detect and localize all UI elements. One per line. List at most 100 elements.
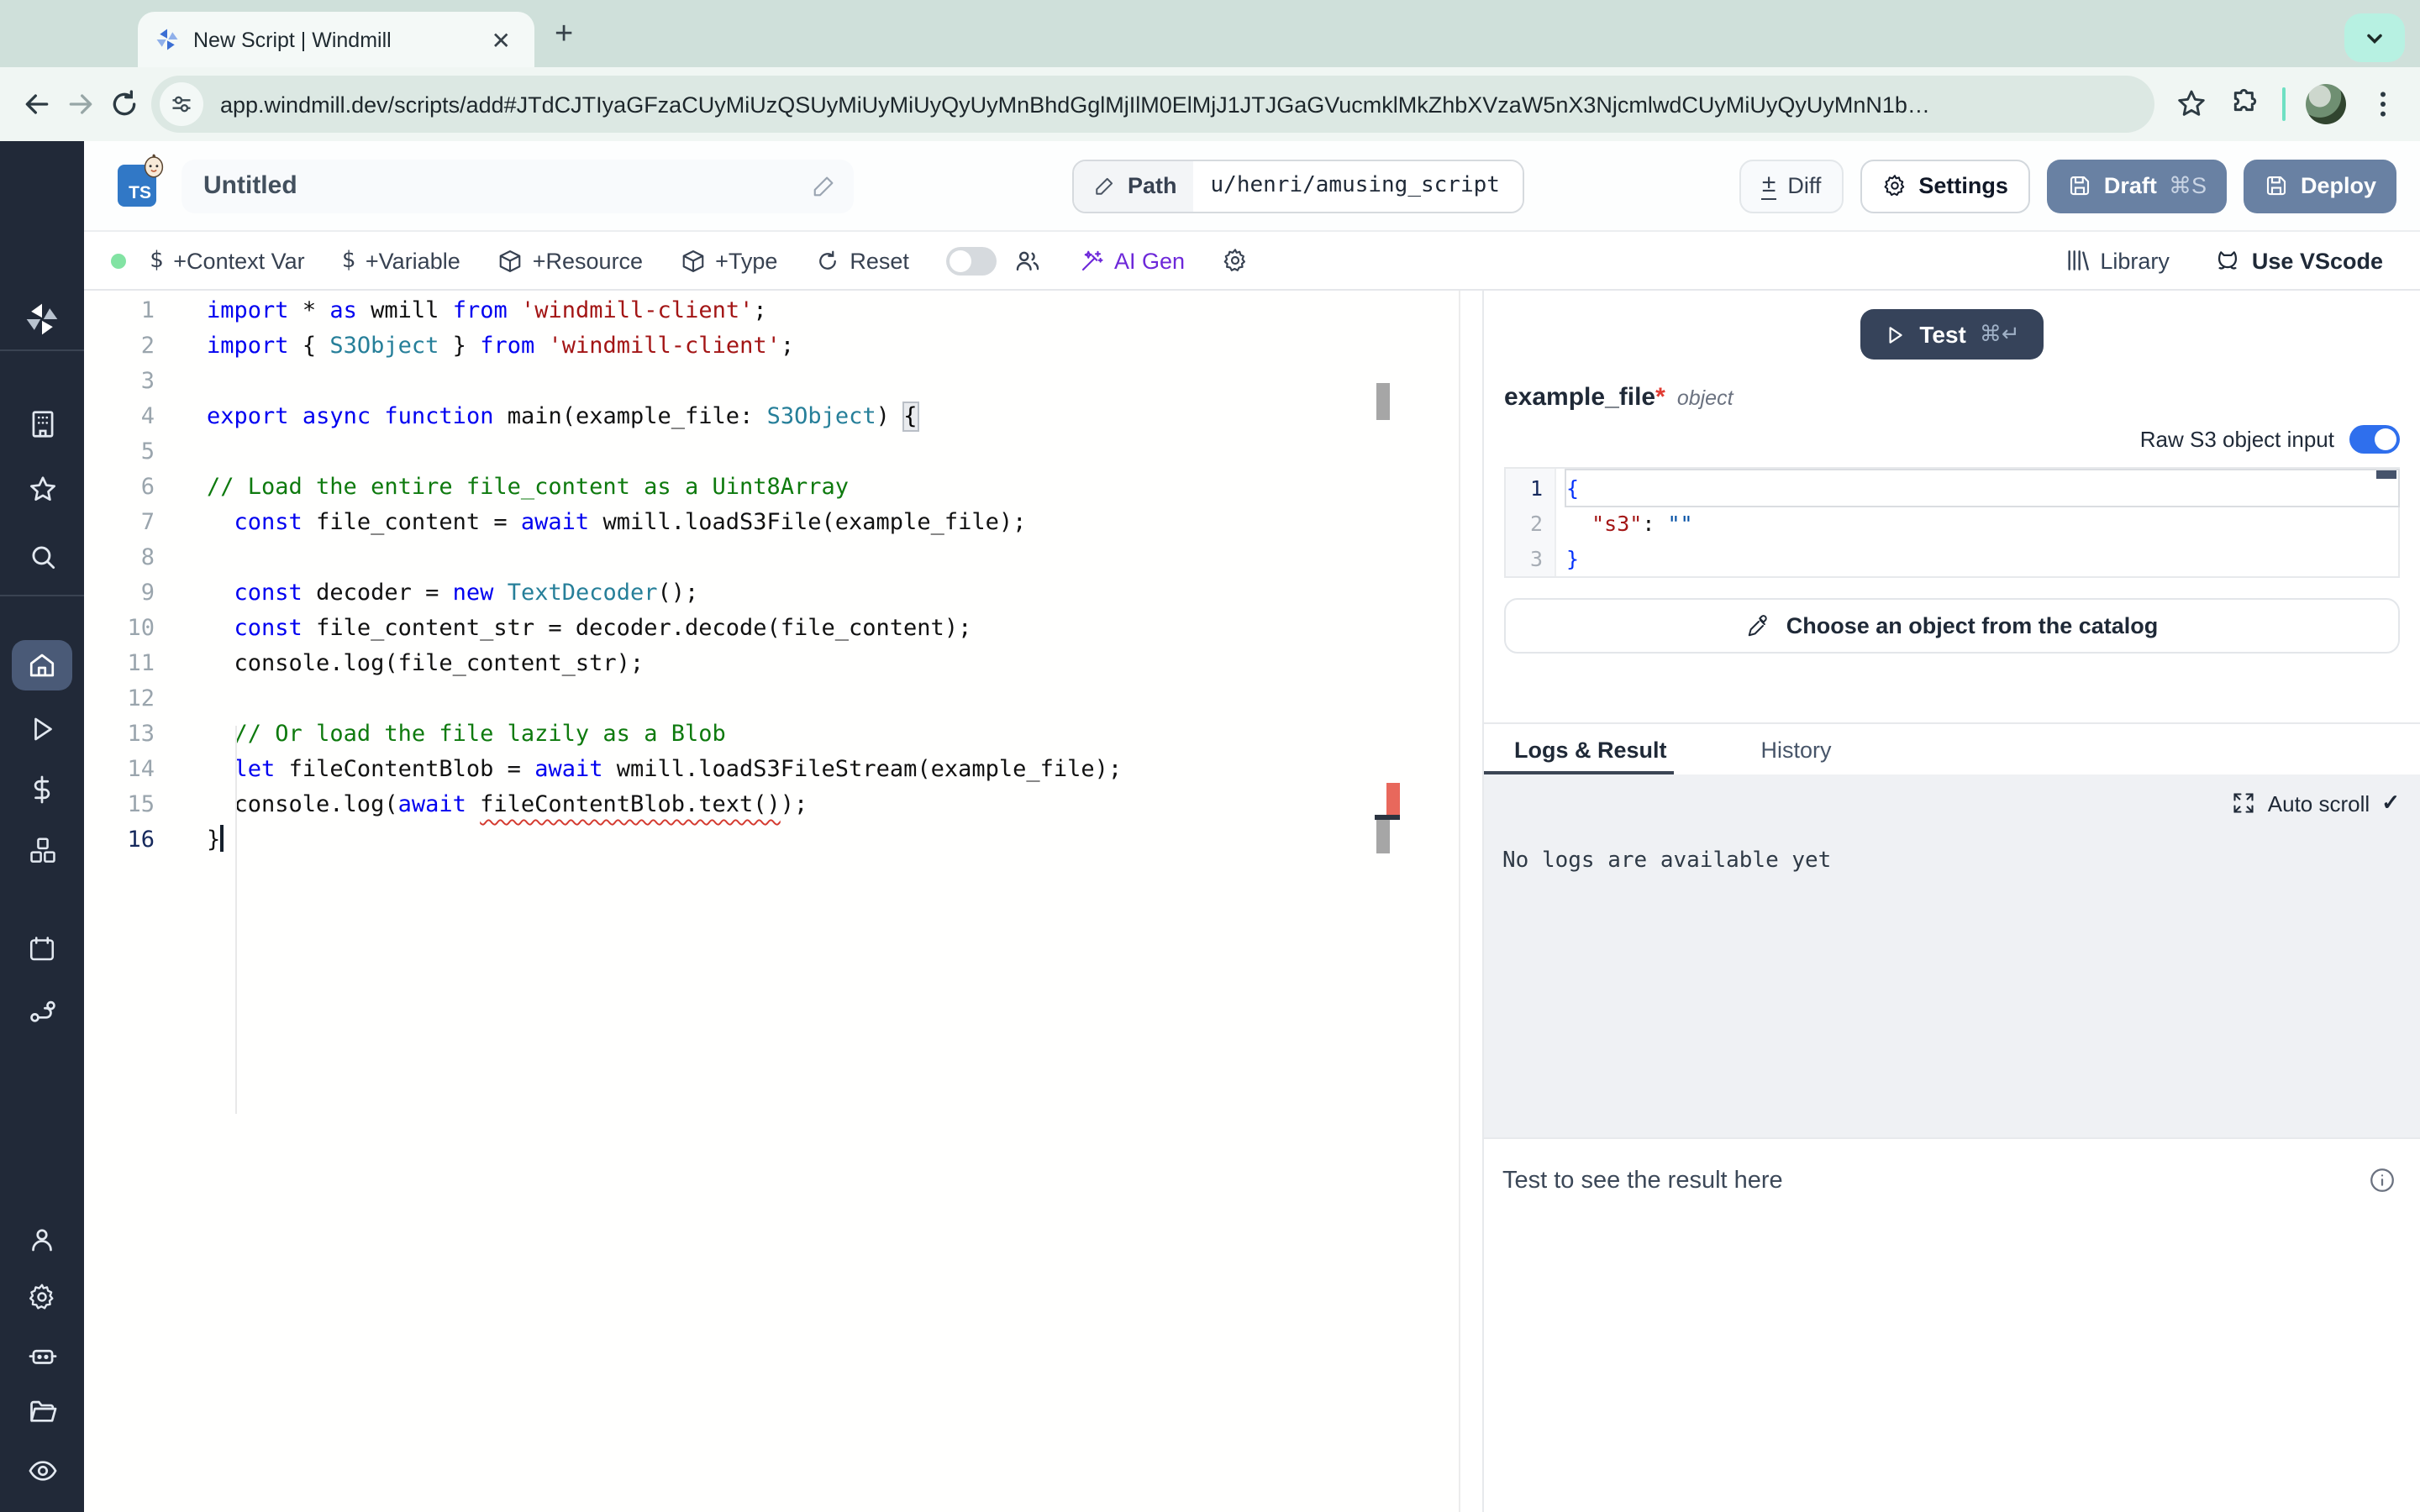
script-summary-input[interactable]: Untitled	[182, 159, 854, 213]
code-line[interactable]: const decoder = new TextDecoder();	[207, 576, 1122, 612]
bookmark-star-icon[interactable]	[2175, 87, 2208, 121]
code-line[interactable]: export async function main(example_file:…	[207, 400, 1122, 435]
new-tab-button[interactable]: +	[555, 17, 573, 54]
add-variable-button[interactable]: $ +Variable	[342, 247, 460, 274]
sidebar-item-favorites[interactable]	[0, 474, 84, 506]
deploy-label: Deploy	[2301, 173, 2376, 198]
diff-button[interactable]: ± Diff	[1740, 159, 1844, 213]
reload-icon[interactable]	[108, 87, 141, 121]
scrollbar-mark[interactable]	[1376, 383, 1390, 420]
forward-icon[interactable]	[64, 87, 97, 121]
sidebar-item-workers[interactable]	[0, 1339, 84, 1371]
indent-guide	[235, 726, 237, 1114]
tab-search-button[interactable]	[2344, 13, 2405, 62]
code-line[interactable]: const file_content = await wmill.loadS3F…	[207, 506, 1122, 541]
tab-close-icon[interactable]: ✕	[485, 24, 518, 55]
kebab-menu-icon[interactable]	[2366, 87, 2400, 121]
json-line[interactable]: {	[1566, 470, 2398, 506]
path-label: Path	[1128, 173, 1177, 198]
sidebar-item-runs[interactable]	[0, 714, 84, 744]
sidebar-item-resources[interactable]	[0, 835, 84, 867]
use-vscode-button[interactable]: Use VScode	[2213, 246, 2383, 275]
sidebar-item-search[interactable]	[0, 541, 84, 573]
result-panel: Test to see the result here	[1484, 1137, 2420, 1512]
site-settings-icon[interactable]	[160, 82, 203, 126]
url-text: app.windmill.dev/scripts/add#JTdCJTIyaGF…	[220, 92, 1930, 117]
code-line[interactable]: console.log(file_content_str);	[207, 647, 1122, 682]
reset-button[interactable]: Reset	[814, 248, 909, 273]
sidebar-item-variables[interactable]	[0, 774, 84, 805]
editor-code[interactable]: import * as wmill from 'windmill-client'…	[178, 291, 1122, 1512]
edit-pencil-icon[interactable]	[812, 173, 837, 198]
code-line[interactable]: // Or load the file lazily as a Blob	[207, 717, 1122, 753]
test-button[interactable]: Test ⌘↵	[1860, 309, 2043, 360]
code-line[interactable]: import { S3Object } from 'windmill-clien…	[207, 329, 1122, 365]
draft-button[interactable]: Draft ⌘S	[2047, 159, 2227, 213]
extensions-icon[interactable]	[2228, 87, 2262, 121]
json-line[interactable]: "s3": ""	[1566, 506, 2398, 541]
code-line[interactable]: console.log(await fileContentBlob.text()…	[207, 788, 1122, 823]
code-line[interactable]: // Load the entire file_content as a Uin…	[207, 470, 1122, 506]
expand-icon[interactable]	[2233, 791, 2256, 815]
code-line[interactable]: }	[207, 823, 1122, 858]
settings-button[interactable]: Settings	[1860, 159, 2030, 213]
cat-icon	[2213, 246, 2242, 275]
add-type-button[interactable]: +Type	[680, 248, 777, 273]
raw-s3-toggle[interactable]	[2349, 425, 2400, 454]
json-code[interactable]: { "s3": ""}	[1556, 469, 2398, 576]
code-line[interactable]	[207, 365, 1122, 400]
windmill-favicon	[155, 27, 180, 52]
code-line[interactable]	[207, 435, 1122, 470]
scrollbar-mark[interactable]	[1376, 820, 1390, 853]
sidebar-item-home[interactable]	[0, 650, 84, 680]
logs-panel: Auto scroll ✓ No logs are available yet	[1484, 774, 2420, 1137]
sidebar-item-workspace[interactable]	[0, 408, 84, 440]
profile-separator	[2282, 87, 2286, 121]
sidebar-item-settings[interactable]	[0, 1282, 84, 1312]
checkmark-icon[interactable]: ✓	[2381, 790, 2400, 816]
ai-gen-label: AI Gen	[1114, 248, 1185, 273]
line-number: 2	[1506, 506, 1543, 541]
deploy-button[interactable]: Deploy	[2244, 159, 2396, 213]
code-editor[interactable]: 12345678910111213141516 import * as wmil…	[84, 291, 1459, 1512]
info-icon[interactable]	[2368, 1166, 2396, 1194]
add-context-var-button[interactable]: $ +Context Var	[150, 247, 305, 274]
json-line[interactable]: }	[1566, 541, 2398, 576]
url-bar[interactable]: app.windmill.dev/scripts/add#JTdCJTIyaGF…	[151, 76, 2154, 133]
code-line[interactable]: let fileContentBlob = await wmill.loadS3…	[207, 753, 1122, 788]
editor-gutter: 12345678910111213141516	[84, 291, 178, 1512]
cursor-line-mark	[1375, 815, 1400, 819]
windmill-logo[interactable]	[0, 301, 84, 338]
test-label: Test	[1919, 321, 1966, 348]
add-resource-button[interactable]: +Resource	[497, 248, 643, 273]
code-line[interactable]: import * as wmill from 'windmill-client'…	[207, 294, 1122, 329]
code-line[interactable]	[207, 682, 1122, 717]
editor-settings-button[interactable]	[1222, 247, 1249, 274]
collab-group	[946, 246, 1042, 275]
json-scrollbar[interactable]	[2376, 470, 2396, 479]
browser-toolbar: app.windmill.dev/scripts/add#JTdCJTIyaGF…	[0, 67, 2420, 141]
tab-history[interactable]: History	[1731, 737, 1862, 762]
sidebar-item-flows[interactable]	[0, 996, 84, 1028]
sidebar-item-schedules[interactable]	[0, 934, 84, 964]
add-type-label: +Type	[715, 248, 777, 273]
ai-gen-button[interactable]: AI Gen	[1079, 248, 1185, 273]
collab-toggle[interactable]	[946, 246, 997, 275]
browser-tab[interactable]: New Script | Windmill ✕	[138, 12, 534, 67]
line-number: 1	[1506, 470, 1543, 506]
tab-logs-result[interactable]: Logs & Result	[1484, 737, 1697, 762]
json-arg-editor[interactable]: 123 { "s3": ""}	[1504, 467, 2400, 578]
run-panel: Test ⌘↵ example_file* object Raw S3 obje…	[1482, 291, 2420, 1512]
error-mark	[1386, 783, 1400, 816]
sidebar-item-audit-logs[interactable]	[0, 1455, 84, 1487]
sidebar-item-folders[interactable]	[0, 1396, 84, 1428]
code-line[interactable]: const file_content_str = decoder.decode(…	[207, 612, 1122, 647]
code-line[interactable]	[207, 541, 1122, 576]
path-chip[interactable]: Path u/henri/amusing_script	[1072, 159, 1525, 213]
avatar[interactable]	[2306, 84, 2346, 124]
auto-scroll-control[interactable]: Auto scroll ✓	[2233, 790, 2400, 816]
sidebar-item-account[interactable]	[0, 1225, 84, 1255]
library-button[interactable]: Library	[2063, 247, 2170, 274]
back-icon[interactable]	[20, 87, 54, 121]
choose-object-button[interactable]: Choose an object from the catalog	[1504, 598, 2400, 654]
